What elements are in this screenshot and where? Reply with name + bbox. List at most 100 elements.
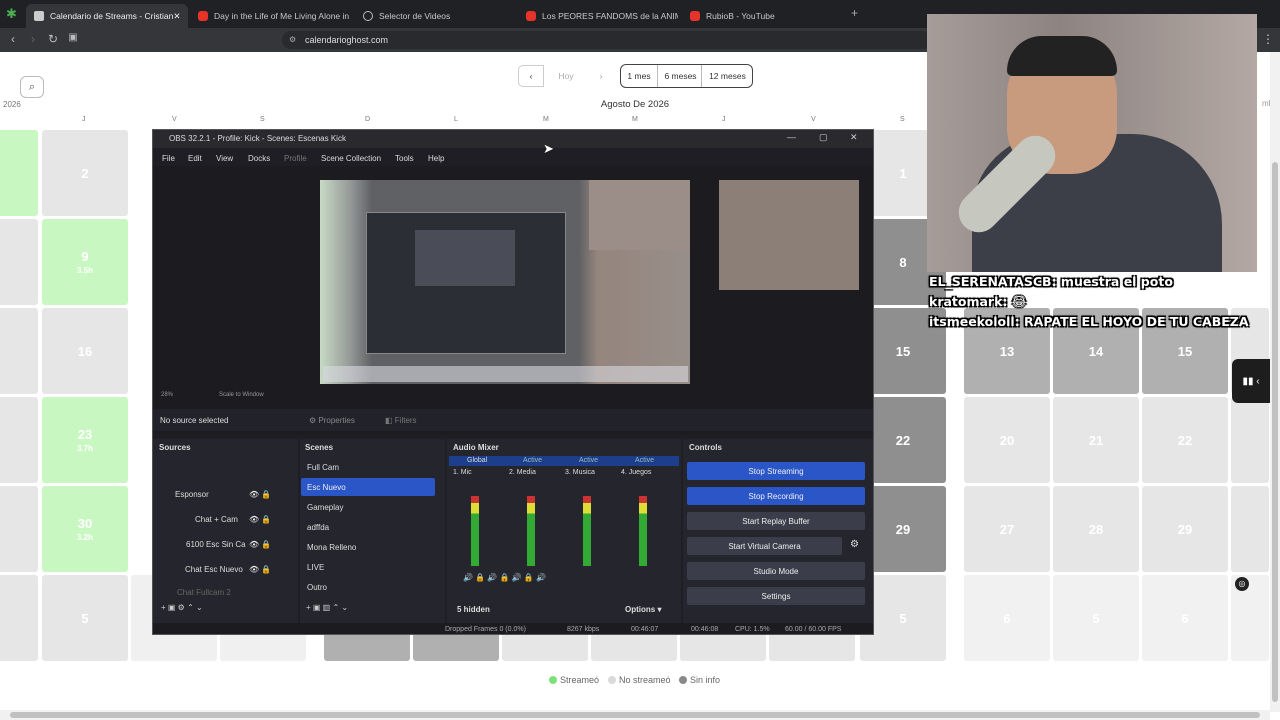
close-tab-icon[interactable]: ✕ xyxy=(173,11,180,22)
settings-button[interactable]: Settings xyxy=(687,587,865,605)
scale-select[interactable]: Scale to Window xyxy=(219,392,264,398)
calendar-day[interactable]: 27 xyxy=(964,486,1050,572)
properties-button[interactable]: ⚙ Properties xyxy=(309,416,355,425)
eye-icon[interactable]: 👁 🔒 xyxy=(249,490,271,499)
menu-docks[interactable]: Docks xyxy=(248,154,270,163)
forward-button[interactable]: › xyxy=(25,32,41,46)
calendar-day[interactable]: 22 xyxy=(1142,397,1228,483)
zoom-level[interactable]: 28% xyxy=(161,392,173,398)
scene-item-selected[interactable]: Esc Nuevo xyxy=(301,478,435,496)
calendar-day[interactable] xyxy=(0,575,38,661)
add-scene-button[interactable]: + ▣ ▥ ⌃ ⌄ xyxy=(306,603,348,612)
address-bar[interactable]: ⚙ calendarioghost.com xyxy=(282,31,932,49)
range-6-meses[interactable]: 6 meses xyxy=(660,65,702,87)
sidebar-toggle-icon[interactable]: ▣ xyxy=(65,32,81,43)
calendar-day[interactable]: 5 xyxy=(42,575,128,661)
browser-menu-icon[interactable]: ⋮ xyxy=(1262,32,1274,46)
new-tab-button[interactable]: + xyxy=(851,6,858,20)
range-1-mes[interactable]: 1 mes xyxy=(621,65,658,87)
source-item[interactable]: Chat + Cam xyxy=(195,515,238,524)
maximize-icon[interactable]: ▢ xyxy=(819,132,828,143)
calendar-day[interactable] xyxy=(0,397,38,483)
virtual-camera-button[interactable]: Start Virtual Camera xyxy=(687,537,842,555)
eye-icon[interactable]: 👁 🔒 xyxy=(249,540,271,549)
menu-profile[interactable]: Profile xyxy=(284,154,307,163)
stats-panel-toggle[interactable]: ▮▮ ‹ xyxy=(1232,359,1270,403)
calendar-day[interactable]: 6 xyxy=(964,575,1050,661)
menu-view[interactable]: View xyxy=(216,154,233,163)
calendar-day[interactable] xyxy=(1231,486,1269,572)
tab-selector[interactable]: Selector de Videos xyxy=(355,4,515,28)
scrollbar-thumb[interactable] xyxy=(1272,162,1278,702)
add-source-button[interactable]: + ▣ ⚙ ⌃ ⌄ xyxy=(161,603,203,612)
calendar-day[interactable]: 28 xyxy=(1053,486,1139,572)
mixer-tab[interactable]: Active xyxy=(635,457,654,464)
options-button[interactable]: Options ▾ xyxy=(625,605,661,614)
studio-mode-button[interactable]: Studio Mode xyxy=(687,562,865,580)
calendar-day[interactable] xyxy=(0,130,38,216)
page-scrollbar[interactable] xyxy=(1270,52,1280,712)
chat-bubble-icon[interactable]: ◎ xyxy=(1235,577,1249,591)
stop-recording-button[interactable]: Stop Recording xyxy=(687,487,865,505)
replay-buffer-button[interactable]: Start Replay Buffer xyxy=(687,512,865,530)
day-number: 22 xyxy=(1177,432,1193,448)
calendar-day-streamed[interactable]: 9 3.5h xyxy=(42,219,128,305)
reload-icon[interactable]: ↻ xyxy=(45,32,61,46)
site-info-icon[interactable]: ⚙ xyxy=(289,35,296,44)
menu-tools[interactable]: Tools xyxy=(395,154,414,163)
tab-calendario[interactable]: Calendario de Streams - Cristian ✕ xyxy=(26,4,188,28)
mixer-tab[interactable]: Global xyxy=(467,457,487,464)
calendar-day[interactable]: 6 xyxy=(1142,575,1228,661)
calendar-day[interactable]: 21 xyxy=(1053,397,1139,483)
eye-icon[interactable]: 👁 🔒 xyxy=(249,565,271,574)
calendar-day-streamed[interactable]: 30 3.2h xyxy=(42,486,128,572)
calendar-day[interactable]: 29 xyxy=(1142,486,1228,572)
minimize-icon[interactable]: — xyxy=(787,132,796,142)
calendar-day[interactable] xyxy=(1231,397,1269,483)
tab-day-in-life[interactable]: Day in the Life of Me Living Alone in xyxy=(190,4,350,28)
scene-item[interactable]: Gameplay xyxy=(307,503,343,512)
back-button[interactable]: ‹ xyxy=(5,32,21,46)
mixer-tab[interactable]: Active xyxy=(579,457,598,464)
scene-item[interactable]: Outro xyxy=(307,583,327,592)
stop-streaming-button[interactable]: Stop Streaming xyxy=(687,462,865,480)
menu-help[interactable]: Help xyxy=(428,154,444,163)
range-12-meses[interactable]: 12 meses xyxy=(704,65,751,87)
scene-item[interactable]: Mona Relleno xyxy=(307,543,356,552)
extension-icon[interactable]: ✱ xyxy=(6,6,20,21)
prev-month-button[interactable]: ‹ xyxy=(518,65,544,87)
calendar-day[interactable] xyxy=(0,486,38,572)
calendar-day[interactable] xyxy=(0,308,38,394)
menu-edit[interactable]: Edit xyxy=(188,154,202,163)
source-item[interactable]: Chat Esc Nuevo xyxy=(185,565,243,574)
close-icon[interactable]: ✕ xyxy=(850,132,858,143)
scene-item[interactable]: Full Cam xyxy=(307,463,339,472)
next-month-button[interactable]: › xyxy=(588,65,614,87)
horizontal-scrollbar[interactable] xyxy=(0,710,1270,720)
source-item[interactable]: Chat Fullcam 2 xyxy=(177,588,231,597)
menu-scene-collection[interactable]: Scene Collection xyxy=(321,154,381,163)
source-item[interactable]: Esponsor xyxy=(175,490,209,499)
calendar-day[interactable]: 2 xyxy=(42,130,128,216)
menu-file[interactable]: File xyxy=(162,154,175,163)
search-button[interactable]: ⌕ xyxy=(20,76,44,98)
virtual-camera-settings-icon[interactable]: ⚙ xyxy=(850,539,859,550)
filters-button[interactable]: ◧ Filters xyxy=(385,416,417,425)
scene-item[interactable]: LIVE xyxy=(307,563,324,572)
calendar-day[interactable] xyxy=(0,219,38,305)
mixer-tab[interactable]: Active xyxy=(523,457,542,464)
youtube-icon xyxy=(198,11,208,21)
obs-window[interactable]: OBS 32.2.1 - Profile: Kick - Scenes: Esc… xyxy=(152,129,874,635)
calendar-day-streamed[interactable]: 23 3.7h xyxy=(42,397,128,483)
source-item[interactable]: 6100 Esc Sin Ca xyxy=(186,540,246,549)
eye-icon[interactable]: 👁 🔒 xyxy=(249,515,271,524)
calendar-day[interactable]: 5 xyxy=(1053,575,1139,661)
tab-rubiob[interactable]: RubioB - YouTube xyxy=(682,4,842,28)
calendar-day[interactable]: 16 xyxy=(42,308,128,394)
scrollbar-thumb[interactable] xyxy=(10,712,1260,718)
scene-item[interactable]: adffda xyxy=(307,523,329,532)
mute-icons[interactable]: 🔊 🔒 🔊 🔒 🔊 🔒 🔊 xyxy=(463,573,546,582)
today-button[interactable]: Hoy xyxy=(549,65,583,87)
tab-peores-fandoms[interactable]: Los PEORES FANDOMS de la ANIMA... xyxy=(518,4,678,28)
calendar-day[interactable]: 20 xyxy=(964,397,1050,483)
